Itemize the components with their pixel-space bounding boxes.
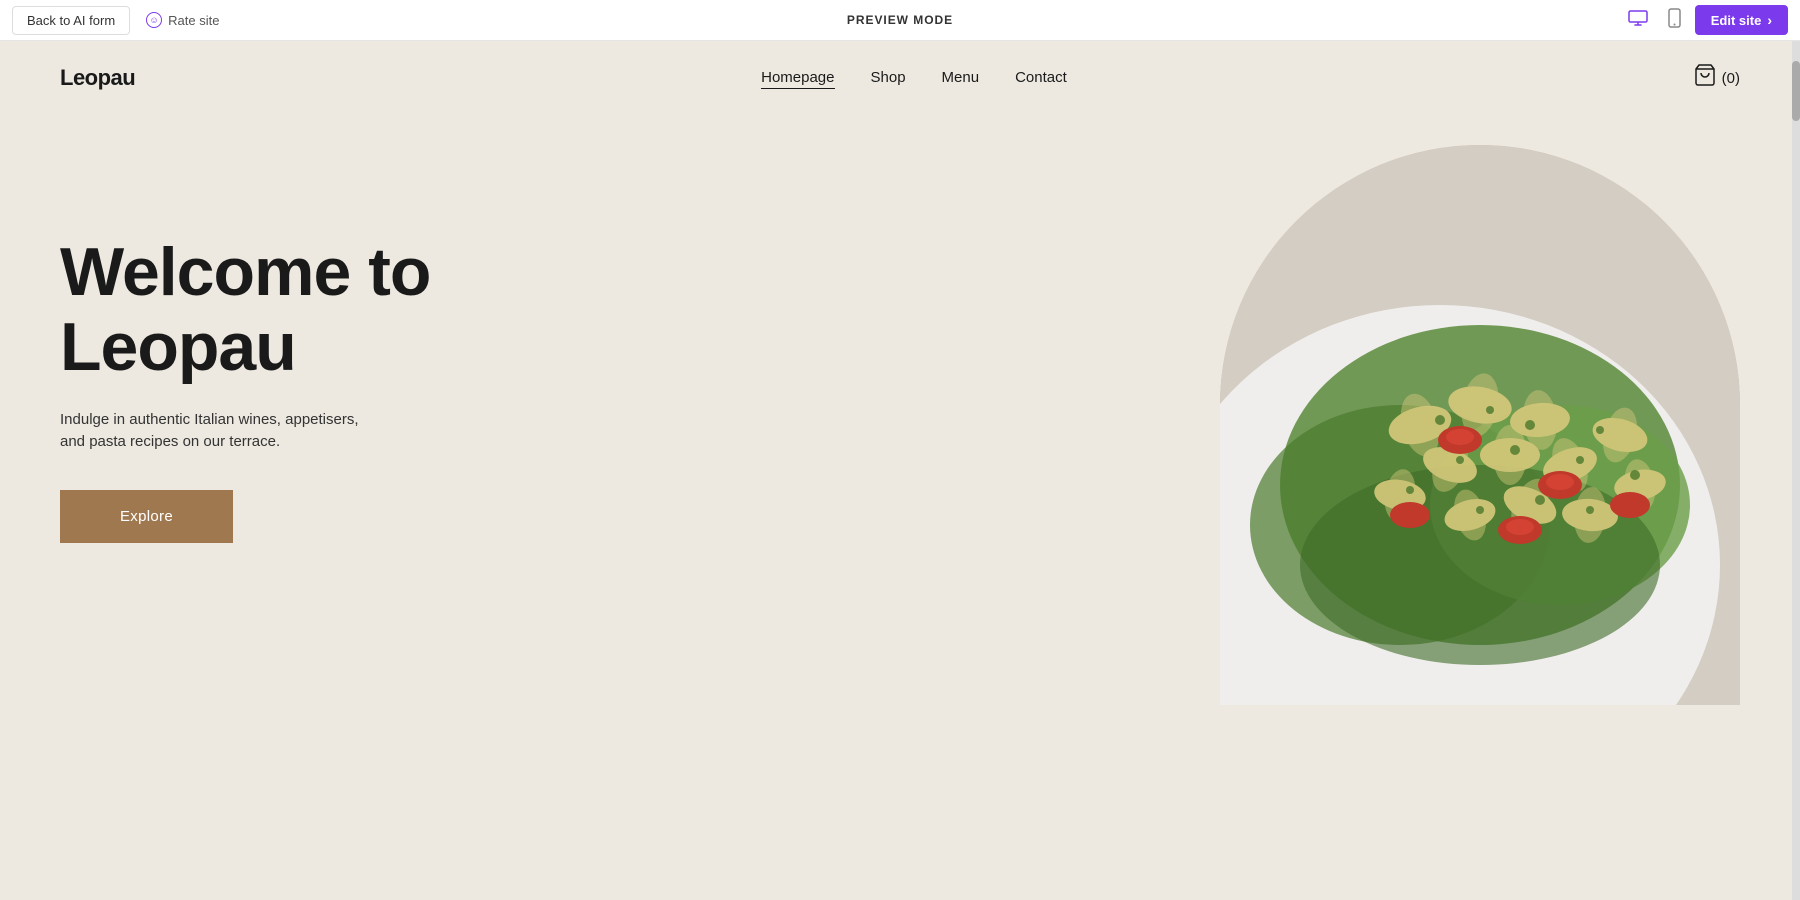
nav-item-contact[interactable]: Contact (1015, 69, 1067, 87)
edit-site-arrow: › (1767, 12, 1772, 28)
desktop-view-button[interactable] (1622, 6, 1654, 35)
site-logo: Leopau (60, 65, 135, 91)
toolbar-left: Back to AI form ☺ Rate site (12, 6, 227, 35)
toolbar-right: Edit site › (1622, 4, 1788, 37)
hero-subtitle: Indulge in authentic Italian wines, appe… (60, 409, 360, 454)
edit-site-label: Edit site (1711, 13, 1762, 28)
site-nav: Leopau Homepage Shop Menu Contact (0, 41, 1800, 115)
preview-mode-label: PREVIEW MODE (847, 13, 953, 27)
nav-links: Homepage Shop Menu Contact (761, 69, 1067, 87)
rate-site-button[interactable]: ☺ Rate site (138, 8, 227, 32)
nav-link-shop[interactable]: Shop (871, 69, 906, 86)
scrollbar-thumb[interactable] (1792, 61, 1800, 121)
nav-item-shop[interactable]: Shop (871, 69, 906, 87)
nav-link-homepage[interactable]: Homepage (761, 69, 834, 89)
nav-link-menu[interactable]: Menu (942, 69, 980, 86)
hero-food-image (1220, 145, 1740, 705)
cart-button[interactable]: (0) (1693, 63, 1740, 93)
explore-button[interactable]: Explore (60, 490, 233, 543)
nav-item-menu[interactable]: Menu (942, 69, 980, 87)
site-preview: Leopau Homepage Shop Menu Contact (0, 41, 1800, 900)
hero-title-line2: Leopau (60, 309, 296, 385)
scrollbar[interactable] (1792, 41, 1800, 900)
food-image-svg (1220, 145, 1740, 705)
hero-title-line1: Welcome to (60, 234, 430, 310)
cart-icon (1693, 63, 1717, 93)
toolbar: Back to AI form ☺ Rate site PREVIEW MODE… (0, 0, 1800, 41)
edit-site-button[interactable]: Edit site › (1695, 5, 1788, 35)
rate-site-label: Rate site (168, 13, 219, 28)
back-to-form-button[interactable]: Back to AI form (12, 6, 130, 35)
nav-item-homepage[interactable]: Homepage (761, 69, 834, 87)
hero-section: Welcome to Leopau Indulge in authentic I… (0, 115, 1800, 886)
mobile-view-button[interactable] (1662, 4, 1687, 37)
nav-link-contact[interactable]: Contact (1015, 69, 1067, 86)
cart-count: (0) (1722, 70, 1740, 87)
rate-icon: ☺ (146, 12, 162, 28)
